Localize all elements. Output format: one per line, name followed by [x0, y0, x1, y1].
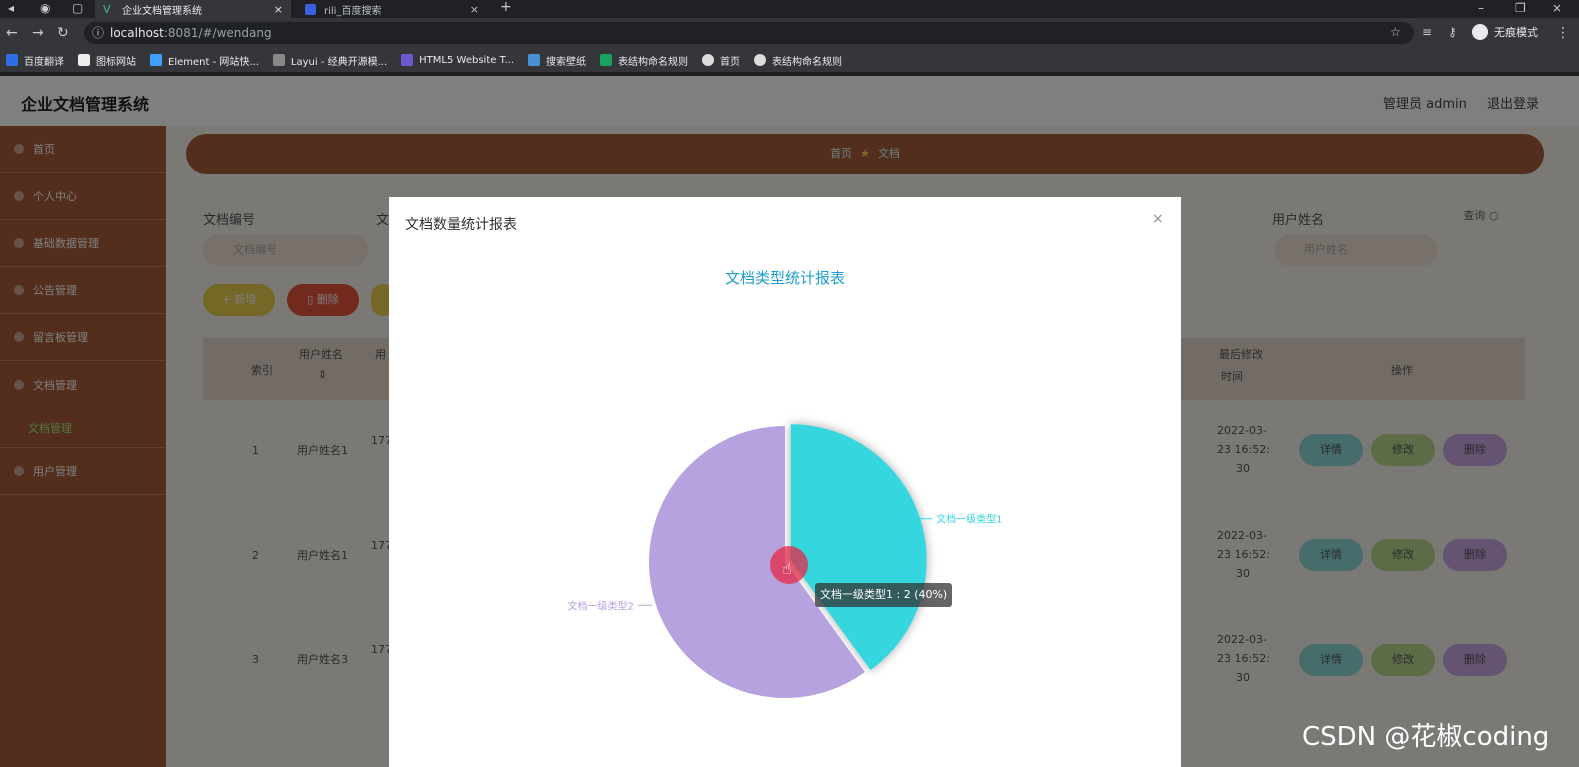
bookmarks-bar: 百度翻译 图标网站 Element - 网站快... Layui - 经典开源模… [0, 48, 1579, 72]
key-icon[interactable]: ⚷ [1448, 25, 1457, 39]
pie-chart: 文档一级类型1 文档一级类型2 ☝ [567, 424, 1003, 698]
globe-icon[interactable]: ◉ [40, 1, 50, 15]
bookmark-item[interactable]: 搜索壁纸 [528, 53, 586, 68]
bookmark-item[interactable]: 图标网站 [78, 53, 136, 68]
bookmark-item[interactable]: Layui - 经典开源模... [272, 53, 387, 68]
browser-tab-bar: ◂ ◉ ▢ V 企业文档管理系统 × rili_百度搜索 × + – ❐ × [0, 0, 1579, 18]
pie-label: 文档一级类型1 [936, 513, 1002, 526]
tab-inactive[interactable]: rili_百度搜索 × [297, 0, 487, 18]
window-icon[interactable]: ▢ [72, 1, 83, 15]
bookmark-item[interactable]: 表结构命名规则 [600, 53, 688, 68]
chart-tooltip: 文档一级类型1 : 2 (40%) [815, 583, 953, 607]
baidu-icon [305, 3, 316, 15]
url-path: :8081/#/wendang [163, 26, 272, 40]
restore-icon[interactable]: ❐ [1515, 1, 1526, 15]
url-input[interactable]: ⓘ localhost:8081/#/wendang [84, 22, 1414, 44]
star-icon[interactable]: ☆ [1390, 25, 1401, 39]
pie-label: 文档一级类型2 [567, 599, 633, 612]
bookmark-item[interactable]: Element - 网站快... [150, 53, 259, 68]
address-bar: ← → ↻ ⓘ localhost:8081/#/wendang ☆ ≡ ⚷ 无… [0, 18, 1579, 48]
tab-close-icon[interactable]: × [470, 3, 479, 16]
tab-active-title: 企业文档管理系统 [122, 5, 202, 17]
stats-dialog: 文档数量统计报表 × 文档类型统计报表 文档一级类型1 文档一级类型2 ☝ 文档一级… [389, 197, 1181, 767]
audio-icon[interactable]: ◂ [8, 1, 14, 15]
minimize-icon[interactable]: – [1478, 1, 1484, 15]
bookmark-item[interactable]: 表结构命名规则 [754, 53, 842, 68]
csdn-watermark: CSDN @花椒coding [1302, 722, 1550, 752]
vue-logo-icon: V [103, 2, 111, 16]
bookmark-item[interactable]: 百度翻译 [6, 53, 64, 68]
incognito-badge[interactable]: 无痕模式 [1472, 24, 1538, 40]
bookmark-item[interactable]: HTML5 Website T... [401, 54, 514, 66]
url-host: localhost [110, 26, 164, 40]
forward-icon[interactable]: → [32, 25, 44, 41]
info-icon[interactable]: ⓘ [92, 22, 104, 44]
new-tab-icon[interactable]: + [500, 0, 512, 15]
back-icon[interactable]: ← [6, 25, 18, 41]
reload-icon[interactable]: ↻ [57, 25, 69, 41]
hand-cursor-icon: ☝ [782, 559, 792, 578]
incognito-icon [1472, 24, 1488, 40]
reading-list-icon[interactable]: ≡ [1422, 25, 1432, 39]
close-window-icon[interactable]: × [1552, 1, 1562, 15]
tab-active[interactable]: V 企业文档管理系统 × [95, 0, 291, 18]
menu-icon[interactable]: ⋮ [1556, 25, 1570, 41]
incognito-label: 无痕模式 [1494, 26, 1538, 39]
tab-close-icon[interactable]: × [274, 3, 283, 16]
bookmark-item[interactable]: 首页 [702, 53, 740, 68]
tab-inactive-title: rili_百度搜索 [324, 5, 382, 17]
